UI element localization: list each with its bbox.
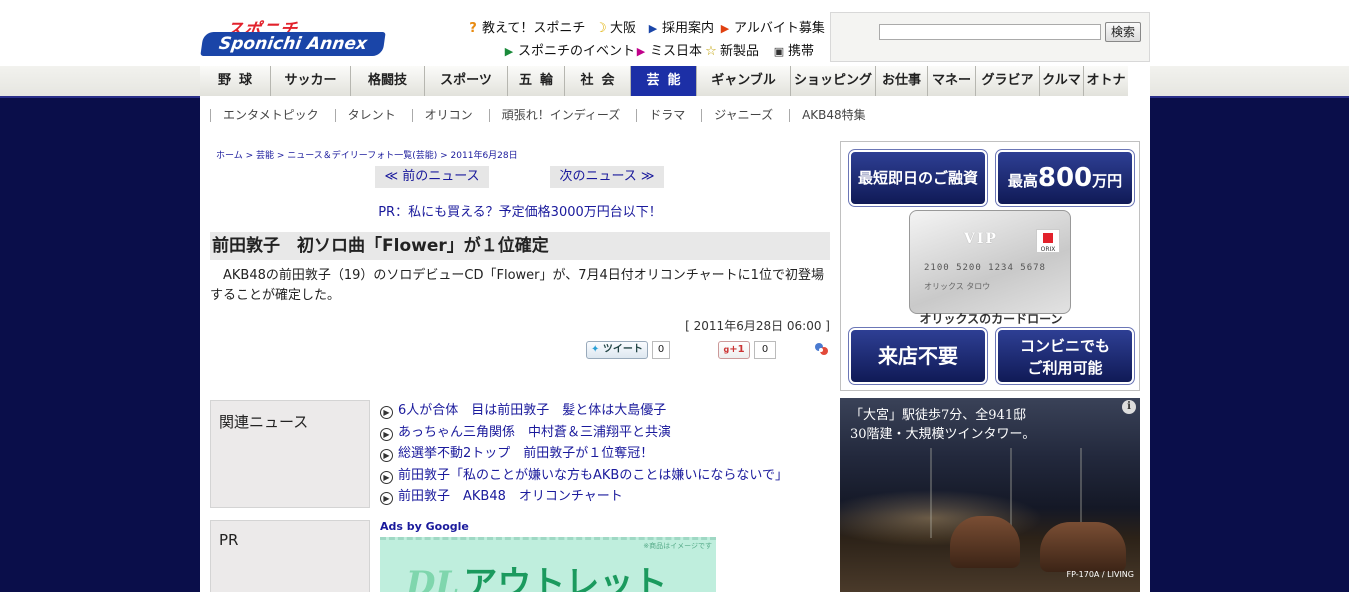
ad-tile-max-amount: 最高800万円 [995, 149, 1135, 207]
arrow-icon: ▶ [720, 22, 730, 35]
mansion-ad[interactable]: 「大宮」駅徒歩7分、全941邸 30階建・大規模ツインタワー。 i FP-170… [840, 398, 1140, 592]
main-nav: 野球 サッカー 格闘技 スポーツ 五輪 社会 芸能 ギャンブル ショッピング お… [200, 66, 1150, 96]
related-item[interactable]: ▶ あっちゃん三角関係 中村蒼＆三浦翔平と共演 [380, 422, 788, 444]
arrow-circle-icon: ▶ [380, 427, 393, 441]
google-plus-count: 0 [754, 341, 776, 359]
logo-main-text: Sponichi Annex [200, 32, 386, 56]
ad-tile-same-day: 最短即日のご融資 [848, 149, 988, 207]
ad-tile-convenience: コンビニでも ご利用可能 [995, 327, 1135, 385]
header-link-new-products[interactable]: ☆ 新製品 [704, 40, 759, 59]
ad-tile-no-visit: 来店不要 [848, 327, 988, 385]
twitter-bird-icon: ✦ [591, 344, 600, 355]
nav-martial-arts[interactable]: 格闘技 [351, 66, 425, 96]
nav-cars[interactable]: クルマ [1040, 66, 1084, 96]
google-plus-button[interactable]: g+1 [718, 341, 750, 359]
search-button[interactable]: 検索 [1105, 22, 1141, 42]
tweet-button[interactable]: ✦ ツイート [586, 341, 648, 359]
armchair-image [950, 516, 1020, 568]
search-input[interactable] [879, 24, 1101, 40]
nav-sports[interactable]: スポーツ [425, 66, 508, 96]
related-item[interactable]: ▶ 前田敦子 AKB48 オリコンチャート [380, 486, 788, 508]
related-item[interactable]: ▶ 6人が合体 目は前田敦子 髪と体は大島優子 [380, 400, 788, 422]
share-icon[interactable] [814, 342, 828, 356]
info-icon[interactable]: i [1122, 400, 1136, 414]
orix-caption: オリックスのカードローン [919, 312, 1063, 326]
site-logo[interactable]: スポニチ Sponichi Annex [200, 14, 386, 58]
subnav-johnnys[interactable]: ジャニーズ [701, 108, 789, 122]
next-news-button[interactable]: 次のニュース ≫ [550, 166, 664, 188]
header-link-osaka[interactable]: ☽ 大阪 [594, 17, 636, 36]
nav-shopping[interactable]: ショッピング [791, 66, 876, 96]
star-icon: ☆ [705, 44, 717, 59]
arrow-icon: ▶ [636, 45, 646, 58]
arrow-circle-icon: ▶ [380, 492, 393, 505]
subnav-indies[interactable]: 頑張れ！インディーズ [488, 108, 637, 122]
header-link-saiyou[interactable]: ▶ 採用案内 [646, 17, 714, 36]
arrow-circle-icon: ▶ [380, 449, 393, 462]
pr-link[interactable]: PR：私にも買える？予定価格3000万円台以下！ [210, 201, 830, 220]
arrow-icon: ▶ [648, 22, 658, 35]
subnav-akb48[interactable]: AKB48特集 [789, 108, 882, 122]
window-frame [930, 448, 932, 538]
ads-by-google-label[interactable]: Ads by Google [380, 520, 469, 533]
subnav-talent[interactable]: タレント [334, 108, 412, 122]
header-link-miss-japan[interactable]: ▶ ミス日本 [634, 40, 702, 59]
question-icon: ? [469, 21, 477, 36]
orix-logo: ORIX [1036, 229, 1060, 253]
subnav-entame-topic[interactable]: エンタメトピック [210, 108, 335, 122]
related-item[interactable]: ▶ 前田敦子「私のことが嫌いな方もAKBのことは嫌いにならないで」 [380, 465, 788, 487]
search-box: 検索 [830, 12, 1150, 62]
header-link-mobile[interactable]: ▣ 携帯 [772, 40, 814, 59]
nav-gamble[interactable]: ギャンブル [697, 66, 791, 96]
prev-news-button[interactable]: ≪ 前のニュース [375, 166, 489, 188]
article-headline: 前田敦子 初ソロ曲「Flower」が１位確定 [210, 232, 830, 260]
phone-icon: ▣ [773, 45, 785, 58]
nav-society[interactable]: 社会 [565, 66, 631, 96]
moon-icon: ☽ [595, 21, 607, 36]
orix-card-loan-ad[interactable]: 最短即日のご融資 最高800万円 VIP ORIX 2100 5200 1234… [840, 141, 1140, 391]
nav-entertainment[interactable]: 芸能 [631, 66, 697, 96]
related-news-heading: 関連ニュース [210, 400, 370, 508]
header-link-event[interactable]: ▶ スポニチのイベント [502, 40, 635, 59]
breadcrumb[interactable]: ホーム > 芸能 > ニュース＆デイリーフォト一覧(芸能) > 2011年6月2… [216, 148, 518, 161]
card-name: オリックス タロウ [924, 282, 991, 291]
nav-money[interactable]: マネー [928, 66, 976, 96]
credit-card-image: VIP ORIX 2100 5200 1234 5678 オリックス タロウ [909, 210, 1071, 314]
nav-gravure[interactable]: グラビア [976, 66, 1040, 96]
armchair-image [1040, 522, 1126, 572]
sub-nav: エンタメトピック タレント オリコン 頑張れ！インディーズ ドラマ ジャニーズ … [200, 98, 1150, 132]
card-vip-text: VIP [964, 231, 998, 247]
article-date: [ 2011年6月28日 06:00 ] [685, 319, 830, 333]
nav-olympics[interactable]: 五輪 [508, 66, 565, 96]
header-link-oshiete[interactable]: ? 教えて！スポニチ [466, 17, 585, 36]
related-news-list: ▶ 6人が合体 目は前田敦子 髪と体は大島優子 ▶ あっちゃん三角関係 中村蒼＆三浦… [380, 400, 788, 508]
pr-heading: PR [210, 520, 370, 592]
article-body: AKB48の前田敦子（19）のソロデビューCD「Flower」が、7月4日付オリ… [210, 268, 824, 303]
page-container: スポニチ Sponichi Annex ? 教えて！スポニチ ☽ 大阪 ▶ 採用案内 … [200, 0, 1150, 592]
nav-adult[interactable]: オトナ [1084, 66, 1128, 96]
related-item[interactable]: ▶ 総選挙不動2トップ 前田敦子が１位奪冠！ [380, 443, 788, 465]
arrow-circle-icon: ▶ [380, 406, 393, 419]
mansion-ad-copy: 「大宮」駅徒歩7分、全941邸 30階建・大規模ツインタワー。 [850, 408, 1036, 442]
header-link-arbeit[interactable]: ▶ アルバイト募集 [718, 17, 825, 36]
nav-soccer[interactable]: サッカー [271, 66, 351, 96]
nav-baseball[interactable]: 野球 [200, 66, 271, 96]
outlet-banner-ad[interactable]: ※商品はイメージです DL アウトレット [380, 537, 716, 592]
subnav-drama[interactable]: ドラマ [636, 108, 701, 122]
card-number: 2100 5200 1234 5678 [924, 263, 1046, 273]
banner-headline: DL アウトレット [406, 564, 668, 592]
tweet-count: 0 [652, 341, 670, 359]
subnav-oricon[interactable]: オリコン [411, 108, 489, 122]
banner-note: ※商品はイメージです [643, 542, 712, 550]
arrow-circle-icon: ▶ [380, 470, 393, 484]
mansion-ad-caption: FP-170A / LIVING [1066, 570, 1135, 579]
nav-jobs[interactable]: お仕事 [876, 66, 928, 96]
arrow-icon: ▶ [504, 45, 514, 58]
